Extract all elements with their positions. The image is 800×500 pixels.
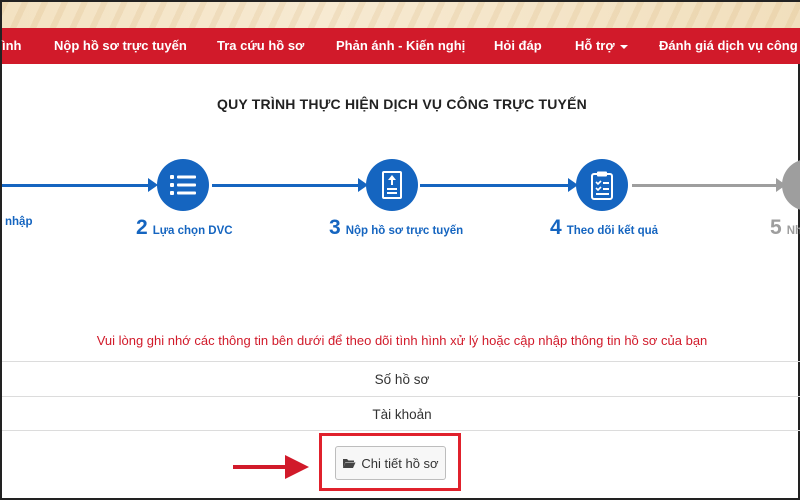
step-3-label: 3 Nộp hồ sơ trực tuyến xyxy=(329,216,463,240)
process-title: QUY TRÌNH THỰC HIỆN DỊCH VỤ CÔNG TRỰC TU… xyxy=(217,96,587,112)
step-4-text: Theo dõi kết quả xyxy=(566,225,659,237)
step-2-text: Lựa chọn DVC xyxy=(152,225,233,237)
caret-down-icon xyxy=(619,44,628,49)
info-row-account: Tài khoản xyxy=(2,396,800,431)
nav-item-submit-online[interactable]: Nộp hồ sơ trực tuyến xyxy=(54,28,187,64)
nav-item-support-label: Hỗ trợ xyxy=(575,38,615,53)
step-1-text: nhập xyxy=(5,216,33,228)
nav-item-faq[interactable]: Hỏi đáp xyxy=(494,28,542,64)
step-5-circle xyxy=(782,159,800,211)
nav-item-feedback[interactable]: Phản ánh - Kiến nghị xyxy=(336,28,465,64)
info-table: Số hồ sơ Tài khoản xyxy=(2,361,800,431)
step-5-number: 5 xyxy=(770,216,782,239)
step-3-number: 3 xyxy=(329,216,341,239)
list-icon xyxy=(170,175,196,195)
nav-item-evaluate[interactable]: Đánh giá dịch vụ công xyxy=(659,28,798,64)
step-5-label: 5 Nh xyxy=(770,216,800,240)
nav-item-lookup[interactable]: Tra cứu hồ sơ xyxy=(217,28,304,64)
pointer-arrow-icon xyxy=(233,455,309,479)
step-3-text: Nộp hồ sơ trực tuyến xyxy=(345,225,464,237)
detail-button[interactable]: Chi tiết hồ sơ xyxy=(335,446,446,480)
step-5-text: Nh xyxy=(786,225,800,237)
header-banner-strip xyxy=(2,2,800,28)
step-2-circle xyxy=(157,159,209,211)
step-2-number: 2 xyxy=(136,216,148,239)
detail-button-label: Chi tiết hồ sơ xyxy=(361,455,439,471)
clipboard-checklist-icon xyxy=(591,171,613,200)
step-connector xyxy=(2,184,150,187)
upload-document-icon xyxy=(382,171,402,199)
folder-open-icon xyxy=(343,459,356,468)
step-1-label: nhập xyxy=(5,216,32,228)
step-4-label: 4 Theo dõi kết quả xyxy=(550,216,658,240)
step-connector xyxy=(420,184,570,187)
step-2-label: 2 Lựa chọn DVC xyxy=(136,216,233,240)
step-connector-inactive xyxy=(632,184,778,187)
nav-item-support[interactable]: Hỗ trợ xyxy=(575,28,628,64)
step-3-circle xyxy=(366,159,418,211)
notice-message: Vui lòng ghi nhớ các thông tin bên dưới … xyxy=(96,333,708,348)
step-4-number: 4 xyxy=(550,216,562,239)
step-connector xyxy=(212,184,360,187)
info-row-file-number: Số hồ sơ xyxy=(2,361,800,396)
main-navbar: ình Nộp hồ sơ trực tuyến Tra cứu hồ sơ P… xyxy=(2,28,800,64)
nav-item-home-partial[interactable]: ình xyxy=(2,28,22,64)
step-4-circle xyxy=(576,159,628,211)
